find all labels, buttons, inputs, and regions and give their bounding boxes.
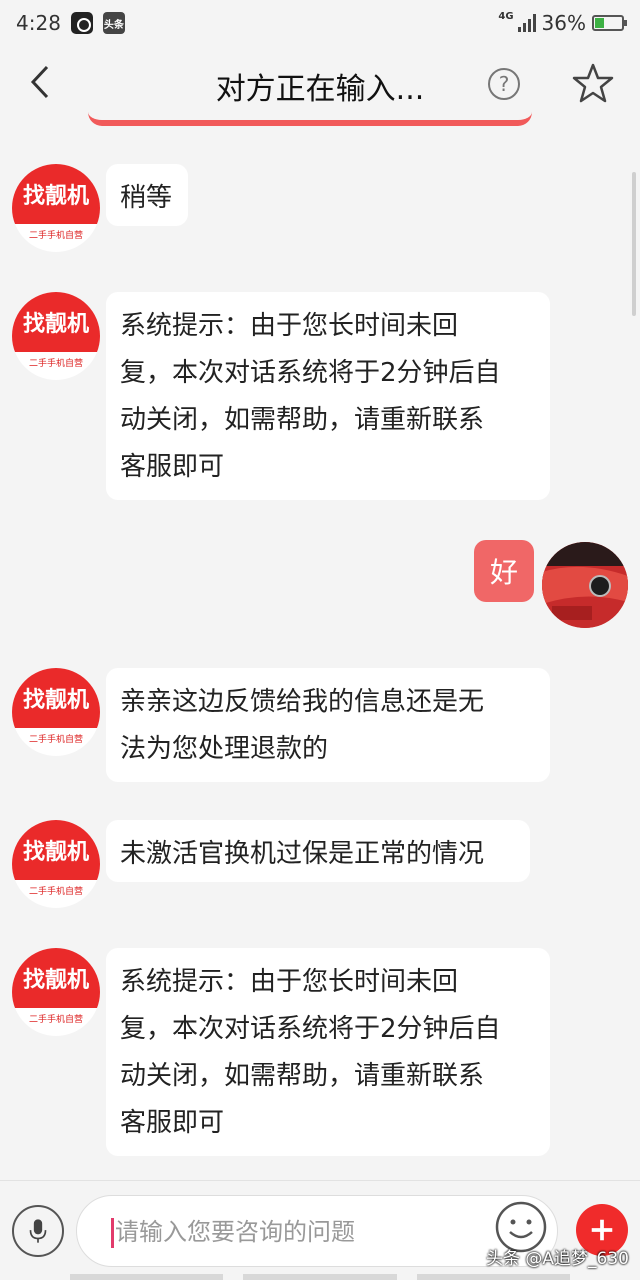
music-app-icon xyxy=(70,12,93,34)
status-bar: 4:28 头条 4G 36% xyxy=(0,0,640,46)
agent-message-bubble: 亲亲这边反馈给我的信息还是无 法为您处理退款的 xyxy=(106,668,550,782)
help-button[interactable]: ? xyxy=(488,68,520,100)
message-item: 找靓机 二手手机自营 亲亲这边反馈给我的信息还是无 法为您处理退款的 xyxy=(0,668,640,782)
agent-avatar[interactable]: 找靓机 二手手机自营 xyxy=(12,164,100,252)
message-item: 找靓机 二手手机自营 系统提示：由于您长时间未回 复，本次对话系统将于2分钟后自… xyxy=(0,948,640,1158)
agent-message-bubble: 未激活官换机过保是正常的情况 xyxy=(106,820,530,882)
message-item: 找靓机 二手手机自营 未激活官换机过保是正常的情况 xyxy=(0,820,640,908)
agent-avatar[interactable]: 找靓机 二手手机自营 xyxy=(12,820,100,908)
message-item: 好 xyxy=(0,540,640,630)
favorite-star-icon[interactable] xyxy=(572,62,614,104)
system-notice-bubble: 系统提示：由于您长时间未回 复，本次对话系统将于2分钟后自 动关闭，如需帮助，请… xyxy=(106,292,550,500)
previous-message-edge xyxy=(88,112,532,126)
network-type: 4G xyxy=(498,11,514,22)
agent-message-bubble: 稍等 xyxy=(106,164,188,226)
bottom-edge-decoration xyxy=(70,1274,570,1280)
system-notice-bubble: 系统提示：由于您长时间未回 复，本次对话系统将于2分钟后自 动关闭，如需帮助，请… xyxy=(106,948,550,1156)
message-item: 找靓机 二手手机自营 稍等 xyxy=(0,164,640,252)
car-interior-photo xyxy=(542,542,628,628)
news-app-icon: 头条 xyxy=(102,12,125,34)
chat-header: 对方正在输入... ? xyxy=(0,46,640,120)
plus-icon xyxy=(591,1219,613,1241)
voice-input-button[interactable] xyxy=(12,1205,64,1257)
watermark: 头条 @A追梦_630 xyxy=(486,1249,629,1269)
agent-avatar[interactable]: 找靓机 二手手机自营 xyxy=(12,292,100,380)
user-message-bubble: 好 xyxy=(474,540,534,602)
chat-list: 找靓机 二手手机自营 稍等 找靓机 二手手机自营 系统提示：由于您长时间未回 复… xyxy=(0,126,640,1180)
battery-percent: 36% xyxy=(541,11,586,35)
message-item: 找靓机 二手手机自营 系统提示：由于您长时间未回 复，本次对话系统将于2分钟后自… xyxy=(0,292,640,502)
text-caret xyxy=(111,1218,114,1248)
signal-icon xyxy=(517,14,536,32)
help-icon: ? xyxy=(498,72,510,96)
user-avatar[interactable] xyxy=(542,542,628,628)
page-title: 对方正在输入... xyxy=(215,72,425,107)
chat-scrollbar[interactable] xyxy=(632,172,636,316)
microphone-icon xyxy=(29,1219,47,1243)
agent-avatar[interactable]: 找靓机 二手手机自营 xyxy=(12,948,100,1036)
message-input[interactable] xyxy=(115,1212,485,1252)
agent-avatar[interactable]: 找靓机 二手手机自营 xyxy=(12,668,100,756)
status-time: 4:28 xyxy=(16,11,61,35)
battery-icon xyxy=(592,15,627,31)
